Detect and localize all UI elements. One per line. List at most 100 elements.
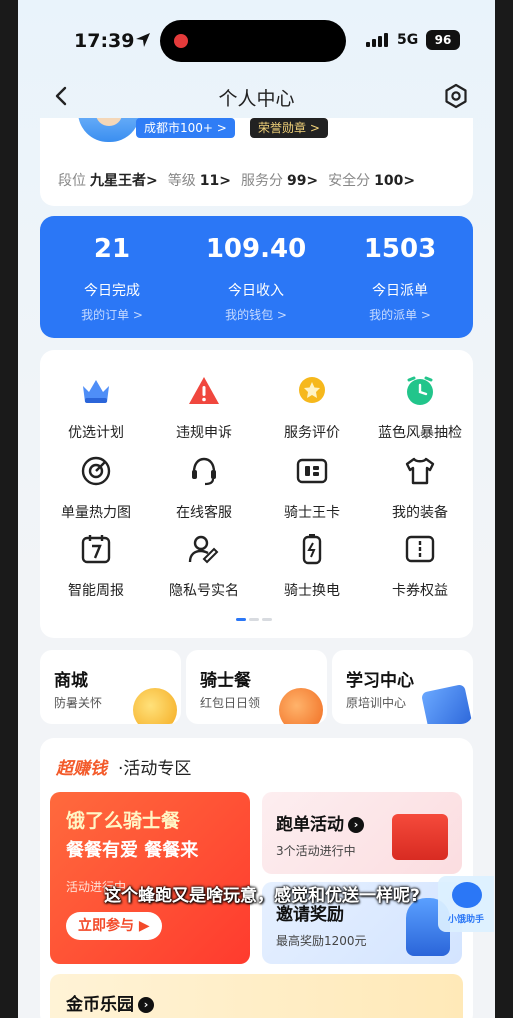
location-arrow-icon <box>136 33 150 47</box>
grid-label: 单量热力图 <box>61 505 131 521</box>
grid-label: 骑士王卡 <box>284 505 340 521</box>
page-indicator <box>236 618 272 621</box>
coin-park-title: 金币乐园 › <box>66 990 154 1015</box>
summary-link[interactable]: 我的钱包 > <box>184 306 328 323</box>
profile-card: 成都市100+ > 荣誉勋章 > 段位 九星王者> 等级 11> 服务分 99> 安全… <box>40 118 473 206</box>
shortcut-title: 学习中心 <box>346 671 414 691</box>
app-screen: 17:39 5G 96 个人中心 成都市100+ > 荣誉勋章 > 段位 九星王者… <box>18 0 495 1018</box>
grid-label: 蓝色风暴抽检 <box>378 425 462 441</box>
summary-completed[interactable]: 21 今日完成 我的订单 > <box>40 234 184 323</box>
page-dot <box>262 618 272 621</box>
grid-item-preferred-plan[interactable]: 优选计划 <box>42 374 150 442</box>
status-bar: 17:39 5G 96 <box>18 0 495 72</box>
invite-subtitle: 最高奖励1200元 <box>276 934 367 948</box>
activity-title: ·活动专区 <box>118 759 192 779</box>
stat-label: 服务分 <box>240 173 283 189</box>
promo-title: 饿了么骑士餐 <box>66 810 181 832</box>
summary-dispatched[interactable]: 1503 今日派单 我的派单 > <box>328 234 472 323</box>
grid-item-service-review[interactable]: 服务评价 <box>258 374 366 442</box>
today-summary-card: 21 今日完成 我的订单 > 109.40 今日收入 我的钱包 > 1503 今… <box>40 216 473 338</box>
grid-item-blue-storm-check[interactable]: 蓝色风暴抽检 <box>366 374 474 442</box>
headset-icon <box>192 457 216 486</box>
settings-icon[interactable] <box>442 82 470 110</box>
grid-item-online-service[interactable]: 在线客服 <box>150 454 258 522</box>
summary-value: 109.40 <box>205 234 307 264</box>
grid-label: 我的装备 <box>392 505 448 521</box>
grid-label: 智能周报 <box>68 583 124 599</box>
page-dot-active <box>236 618 246 621</box>
calendar-icon <box>81 535 111 564</box>
grid-label: 违规申诉 <box>176 425 232 441</box>
honor-medal-badge[interactable]: 荣誉勋章 > <box>250 118 328 138</box>
recording-dot-icon <box>174 34 188 48</box>
summary-link[interactable]: 我的派单 > <box>328 306 472 323</box>
summary-value: 1503 <box>363 234 437 264</box>
summary-link[interactable]: 我的订单 > <box>40 306 184 323</box>
red-envelope-icon <box>392 814 448 860</box>
stat-safety-score[interactable]: 安全分 100> <box>328 170 415 190</box>
stat-label: 段位 <box>58 173 86 189</box>
grid-item-appeal[interactable]: 违规申诉 <box>150 374 258 442</box>
shortcut-subtitle: 红包日日领 <box>200 696 261 710</box>
page-title: 个人中心 <box>218 88 295 110</box>
stat-value: 九星王者> <box>90 173 158 189</box>
run-activity-title: 跑单活动 › <box>276 810 364 835</box>
warning-icon <box>189 377 219 404</box>
stat-level[interactable]: 等级 11> <box>168 170 231 190</box>
grid-item-heatmap[interactable]: 单量热力图 <box>42 454 150 522</box>
summary-label: 今日收入 <box>228 283 284 299</box>
chicken-leg-icon <box>279 688 323 724</box>
stat-rank[interactable]: 段位 九星王者> <box>58 170 158 190</box>
knight-meal-promo-card[interactable]: 饿了么骑士餐 餐餐有爱 餐餐来 活动进行中 立即参与 ▶ <box>50 792 250 964</box>
profile-stats: 段位 九星王者> 等级 11> 服务分 99> 安全分 100> <box>58 170 425 190</box>
grid-label: 在线客服 <box>176 505 232 521</box>
summary-value: 21 <box>93 234 131 264</box>
nav-bar: 个人中心 <box>18 72 495 120</box>
join-now-button[interactable]: 立即参与 ▶ <box>66 912 162 940</box>
stat-value: 100> <box>374 173 416 189</box>
coin-art-icon <box>133 688 177 724</box>
stat-value: 99> <box>286 173 319 189</box>
run-activity-card[interactable]: 跑单活动 › 3个活动进行中 <box>262 792 462 874</box>
summary-label: 今日派单 <box>372 283 428 299</box>
promo-slogan: 餐餐有爱 餐餐来 <box>66 840 199 861</box>
grid-item-battery-swap[interactable]: 骑士换电 <box>258 532 366 600</box>
grid-label: 骑士换电 <box>284 583 340 599</box>
stat-label: 安全分 <box>328 173 371 189</box>
grid-label: 服务评价 <box>284 425 340 441</box>
grid-item-my-gear[interactable]: 我的装备 <box>366 454 474 522</box>
chevron-right-icon: › <box>138 997 154 1013</box>
shortcut-knight-meal[interactable]: 骑士餐 红包日日领 <box>186 650 327 724</box>
book-icon <box>420 683 473 724</box>
shortcut-title: 商城 <box>54 671 88 691</box>
coin-park-card[interactable]: 金币乐园 › <box>50 974 463 1018</box>
assistant-widget[interactable]: 小饿助手 <box>438 876 494 932</box>
signal-icon <box>366 33 388 47</box>
avatar[interactable] <box>78 118 140 142</box>
green-clock-icon <box>407 376 433 405</box>
status-time: 17:39 <box>74 30 135 52</box>
activity-zone: 超赚钱 ·活动专区 饿了么骑士餐 餐餐有爱 餐餐来 活动进行中 立即参与 ▶ 跑… <box>40 738 473 1018</box>
stat-service-score[interactable]: 服务分 99> <box>241 170 318 190</box>
video-subtitle: 这个蜂跑又是啥玩意，感觉和优送一样呢? <box>104 886 420 906</box>
coupon-icon <box>405 535 435 563</box>
city-rank-badge[interactable]: 成都市100+ > <box>136 118 235 138</box>
shortcut-learning-center[interactable]: 学习中心 原培训中心 <box>332 650 473 724</box>
grid-item-knight-card[interactable]: 骑士王卡 <box>258 454 366 522</box>
grid-item-privacy-verify[interactable]: 隐私号实名 <box>150 532 258 600</box>
feature-grid: 优选计划 违规申诉 服务评价 蓝色风暴抽检 单量热力图 在线客服 骑士王卡 我的… <box>40 350 473 638</box>
network-label: 5G <box>397 32 419 48</box>
shortcut-mall[interactable]: 商城 防暑关怀 <box>40 650 181 724</box>
crown-icon <box>83 380 109 403</box>
tshirt-icon <box>405 457 435 485</box>
summary-income[interactable]: 109.40 今日收入 我的钱包 > <box>184 234 328 323</box>
stat-label: 等级 <box>167 173 196 189</box>
battery-icon <box>302 534 322 565</box>
grid-item-weekly-report[interactable]: 智能周报 <box>42 532 150 600</box>
dynamic-island <box>160 20 346 62</box>
chevron-right-icon: › <box>348 817 364 833</box>
activity-brand: 超赚钱 <box>56 759 107 779</box>
assistant-label: 小饿助手 <box>447 915 484 925</box>
grid-item-coupons[interactable]: 卡券权益 <box>366 532 474 600</box>
card-icon <box>296 458 328 484</box>
